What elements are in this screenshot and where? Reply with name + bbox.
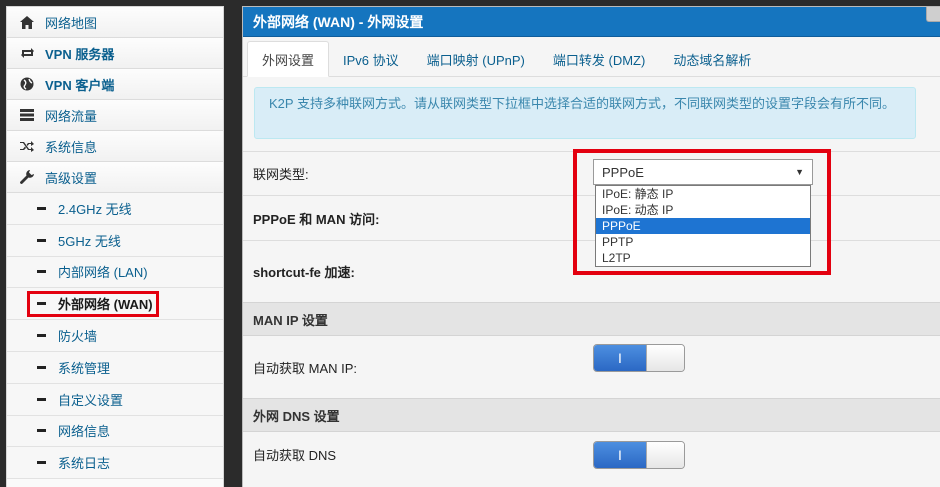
dash-icon [37,270,46,274]
auto-dns-toggle[interactable]: I [593,441,685,469]
highlight-box [27,291,159,318]
sidebar-item-traffic[interactable]: 网络流量 [7,100,223,131]
toggle-on: I [594,345,646,371]
dash-icon [37,334,46,338]
list-icon [19,107,35,123]
shuffle-icon [19,138,35,154]
toggle-off [646,345,684,371]
dash-icon [37,461,46,465]
sidebar-sub-custom[interactable]: 自定义设置 [7,383,223,416]
info-alert: K2P 支持多种联网方式。请从联网类型下拉框中选择合适的联网方式，不同联网类型的… [254,87,916,139]
sidebar-item-label: VPN 客户端 [45,77,115,93]
pppoe-man-label: PPPoE 和 MAN 访问: [253,211,380,227]
tab-ddns[interactable]: 动态域名解析 [659,42,765,76]
highlight-box [573,149,831,275]
auto-man-row: 自动获取 MAN IP: [243,336,940,398]
sidebar-sub-label: 网络信息 [58,424,111,440]
sidebar-item-network-map[interactable]: 网络地图 [7,7,223,38]
sidebar-sub-label: 自定义设置 [58,392,124,408]
sidebar-item-label: VPN 服务器 [45,46,115,62]
home-icon [19,14,35,30]
sidebar-item-system-info[interactable]: 系统信息 [7,131,223,162]
sidebar-item-vpn-client[interactable]: VPN 客户端 [7,69,223,100]
sidebar-item-vpn-server[interactable]: VPN 服务器 [7,38,223,69]
sidebar-sub-lan[interactable]: 内部网络 (LAN) [7,256,223,289]
scroll-corner [926,7,940,22]
auto-dns-row: 自动获取 DNS [243,432,940,487]
sidebar-item-label: 系统信息 [45,139,98,155]
auto-man-toggle[interactable]: I [593,344,685,372]
tab-upnp[interactable]: 端口映射 (UPnP) [413,42,539,76]
sidebar-sub-wireless-5[interactable]: 5GHz 无线 [7,224,223,257]
sidebar: 网络地图 VPN 服务器 VPN 客户端 网络流量 系统信息 高级设置 2.4G… [6,6,224,487]
sidebar-sub-admin[interactable]: 系统管理 [7,351,223,384]
main-panel: 外部网络 (WAN) - 外网设置 外网设置 IPv6 协议 端口映射 (UPn… [242,6,940,487]
dns-section: 外网 DNS 设置 [243,398,940,432]
toggle-off [646,442,684,468]
sidebar-sub-wan[interactable]: 外部网络 (WAN) [7,288,223,321]
toggle-on: I [594,442,646,468]
dash-icon [37,365,46,369]
tab-bar: 外网设置 IPv6 协议 端口映射 (UPnP) 端口转发 (DMZ) 动态域名… [243,37,940,77]
sidebar-sub-firewall[interactable]: 防火墙 [7,320,223,352]
auto-man-label: 自动获取 MAN IP: [253,360,358,376]
sidebar-sub-label: 内部网络 (LAN) [58,265,148,281]
sidebar-item-label: 高级设置 [45,170,98,186]
auto-dns-label: 自动获取 DNS [253,448,337,463]
panel-title: 外部网络 (WAN) - 外网设置 [243,7,940,37]
sidebar-sub-netinfo[interactable]: 网络信息 [7,415,223,448]
sidebar-sub-label: 防火墙 [58,329,98,345]
dash-icon [37,238,46,242]
tab-ipv6[interactable]: IPv6 协议 [329,42,413,76]
shortcut-label: shortcut-fe 加速: [253,265,355,280]
sidebar-sub-label: 系统管理 [58,360,111,376]
sidebar-sub-label: 系统日志 [58,456,111,472]
sidebar-sub-label: 2.4GHz 无线 [58,201,132,217]
loop-arrows-icon [19,45,35,61]
dash-icon [37,206,46,210]
globe-icon [19,76,35,92]
sidebar-item-label: 网络流量 [45,108,98,124]
sidebar-item-label: 网络地图 [45,15,98,31]
tab-dmz[interactable]: 端口转发 (DMZ) [539,42,659,76]
sidebar-item-advanced[interactable]: 高级设置 [7,162,223,193]
sidebar-sub-syslog[interactable]: 系统日志 [7,447,223,480]
sidebar-sub-label: 5GHz 无线 [58,233,121,249]
man-ip-section: MAN IP 设置 [243,302,940,336]
dash-icon [37,397,46,401]
wrench-icon [19,169,35,185]
tab-wan-settings[interactable]: 外网设置 [247,41,330,77]
wan-type-label: 联网类型: [253,167,309,182]
dash-icon [37,429,46,433]
sidebar-sub-wireless-24[interactable]: 2.4GHz 无线 [7,193,223,225]
